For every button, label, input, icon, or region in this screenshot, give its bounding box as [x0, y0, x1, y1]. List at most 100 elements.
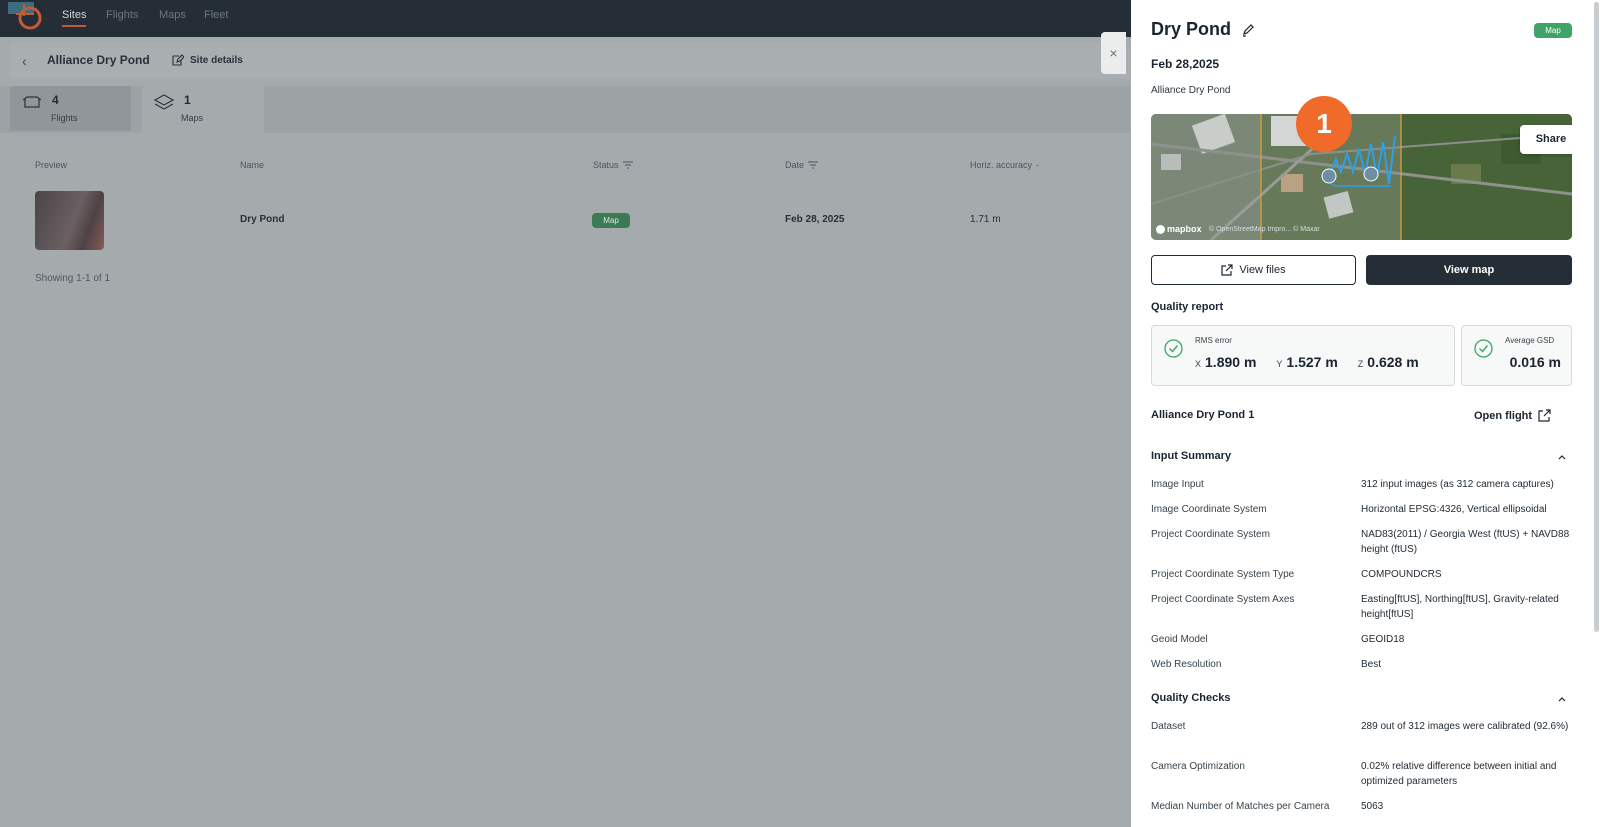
input-row-value: Horizontal EPSG:4326, Vertical ellipsoid…	[1361, 504, 1547, 515]
nav-tab-sites[interactable]: Sites	[62, 9, 87, 27]
input-row-value: 312 input images (as 312 camera captures…	[1361, 479, 1554, 490]
input-row-label: Image Coordinate System	[1151, 504, 1267, 515]
filter-icon[interactable]	[622, 161, 633, 169]
header-label: Preview	[35, 160, 68, 170]
rms-error-label: RMS error	[1195, 336, 1232, 345]
map-detail-panel: Dry Pond Map Feb 28,2025 Alliance Dry Po…	[1131, 0, 1600, 827]
open-flight-label: Open flight	[1474, 409, 1533, 422]
map-attribution[interactable]: © OpenStreetMap Impro... © Maxar	[1209, 226, 1320, 233]
mapbox-logo: mapbox	[1156, 224, 1202, 234]
nav-tab-flights[interactable]: Flights	[106, 9, 138, 21]
drone-icon	[22, 96, 42, 108]
check-circle-icon	[1474, 339, 1493, 358]
input-row-label: Web Resolution	[1151, 659, 1222, 670]
chevron-up-icon[interactable]	[1557, 694, 1567, 704]
pencil-icon[interactable]	[1241, 23, 1255, 37]
maps-count: 1	[184, 93, 191, 107]
breadcrumb-site-name: Alliance Dry Pond	[47, 53, 150, 67]
nav-tab-fleet[interactable]: Fleet	[204, 9, 228, 21]
header-label: Status	[593, 160, 619, 170]
column-header-name[interactable]: Name	[240, 160, 264, 170]
stat-tab-maps[interactable]: 1 Maps	[142, 86, 264, 133]
open-flight-link[interactable]: Open flight	[1474, 409, 1551, 422]
quality-row-value: 0.02% relative difference between initia…	[1361, 761, 1557, 787]
step-number-badge: 1	[1296, 96, 1352, 152]
panel-scrollbar-thumb[interactable]	[1594, 2, 1599, 632]
sort-indicator-icon: -	[1036, 160, 1040, 170]
average-gsd-value: 0.016 m	[1509, 354, 1561, 370]
status-badge: Map	[592, 213, 630, 228]
panel-date: Feb 28,2025	[1151, 57, 1220, 71]
chevron-up-icon[interactable]	[1557, 452, 1567, 462]
input-row-value: GEOID18	[1361, 634, 1405, 645]
rms-error-card: RMS error X 1.890 m Y 1.527 m Z 0.628 m	[1151, 325, 1455, 386]
y-value: 1.527 m	[1286, 354, 1338, 370]
column-header-horiz-accuracy[interactable]: Horiz. accuracy -	[970, 160, 1039, 170]
filter-icon[interactable]	[808, 161, 819, 169]
mapbox-logo-icon	[1156, 224, 1165, 234]
check-circle-icon	[1164, 339, 1183, 358]
rms-error-values: X 1.890 m Y 1.527 m Z 0.628 m	[1195, 354, 1419, 370]
map-preview[interactable]: Share mapbox © OpenStreetMap Impro... © …	[1151, 114, 1572, 240]
column-header-date[interactable]: Date	[785, 160, 819, 170]
x-axis-label: X	[1195, 359, 1202, 369]
average-gsd-label: Average GSD	[1505, 336, 1555, 345]
edit-note-icon	[172, 54, 184, 66]
pagination-summary: Showing 1-1 of 1	[35, 273, 111, 284]
stat-tab-flights[interactable]: 4 Flights	[10, 86, 131, 131]
layers-icon	[153, 94, 175, 110]
input-row-label: Image Input	[1151, 479, 1204, 490]
header-label: Horiz. accuracy	[970, 160, 1033, 170]
breadcrumb: ‹ Alliance Dry Pond Site details	[10, 43, 1130, 79]
average-gsd-card: Average GSD 0.016 m	[1461, 325, 1572, 386]
input-row-value: Easting[ftUS], Northing[ftUS], Gravity-r…	[1361, 594, 1559, 620]
row-date: Feb 28, 2025	[785, 214, 845, 225]
external-link-icon	[1221, 264, 1233, 276]
share-button[interactable]: Share	[1520, 125, 1572, 154]
z-axis-label: Z	[1357, 359, 1364, 369]
input-row-label: Project Coordinate System Type	[1151, 569, 1295, 580]
header-label: Name	[240, 160, 265, 170]
input-summary-title[interactable]: Input Summary	[1151, 450, 1231, 462]
view-files-button[interactable]: View files	[1151, 255, 1356, 285]
row-accuracy: 1.71 m	[970, 214, 1001, 225]
y-axis-label: Y	[1276, 359, 1283, 369]
nav-tab-maps[interactable]: Maps	[159, 9, 186, 21]
map-preview-thumbnail[interactable]	[35, 191, 104, 250]
header-label: Date	[785, 160, 805, 170]
input-row-value: NAD83(2011) / Georgia West (ftUS) + NAVD…	[1361, 529, 1570, 555]
row-name[interactable]: Dry Pond	[240, 214, 284, 225]
z-value: 0.628 m	[1367, 354, 1419, 370]
site-details-button[interactable]: Site details	[172, 54, 243, 66]
column-header-preview: Preview	[35, 160, 67, 170]
quality-row-value: 5063	[1361, 801, 1384, 812]
close-panel-button[interactable]: ×	[1101, 32, 1126, 74]
input-row-label: Project Coordinate System	[1151, 529, 1270, 540]
chevron-left-icon[interactable]: ‹	[22, 54, 27, 68]
quality-row-label: Median Number of Matches per Camera	[1151, 801, 1330, 812]
panel-title-text: Dry Pond	[1151, 19, 1232, 39]
view-files-label: View files	[1239, 264, 1286, 276]
status-badge: Map	[1534, 23, 1572, 38]
external-link-icon	[1538, 409, 1551, 422]
input-row-label: Project Coordinate System Axes	[1151, 594, 1295, 605]
quality-checks-title[interactable]: Quality Checks	[1151, 692, 1230, 704]
flight-name: Alliance Dry Pond 1	[1151, 409, 1255, 421]
quality-row-label: Dataset	[1151, 721, 1186, 732]
input-row-value: COMPOUNDCRS	[1361, 569, 1442, 580]
input-row-label: Geoid Model	[1151, 634, 1208, 645]
panel-title: Dry Pond	[1151, 19, 1255, 40]
maps-label: Maps	[181, 113, 204, 123]
column-header-status[interactable]: Status	[593, 160, 633, 170]
quality-row-value: 289 out of 312 images were calibrated (9…	[1361, 721, 1569, 732]
site-details-label: Site details	[190, 54, 243, 66]
quality-report-title: Quality report	[1151, 301, 1224, 313]
site-stats-bar: 4 Flights 1 Maps	[0, 86, 1130, 133]
satellite-map-image	[1151, 114, 1572, 240]
mapbox-logo-text: mapbox	[1167, 224, 1202, 234]
quality-row-label: Camera Optimization	[1151, 761, 1245, 772]
view-map-button[interactable]: View map	[1366, 255, 1572, 285]
panel-site-name: Alliance Dry Pond	[1151, 85, 1231, 96]
flights-count: 4	[52, 93, 59, 107]
app-logo-icon[interactable]	[8, 2, 42, 30]
